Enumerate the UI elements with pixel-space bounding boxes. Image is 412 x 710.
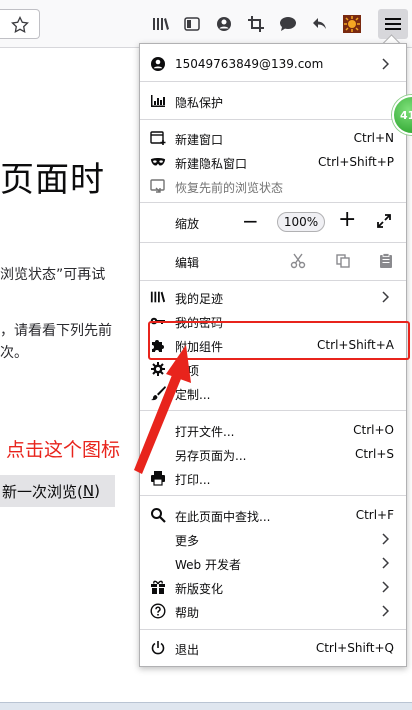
annotation-arrow-icon [134, 345, 191, 474]
taskbar-strip [0, 702, 412, 710]
